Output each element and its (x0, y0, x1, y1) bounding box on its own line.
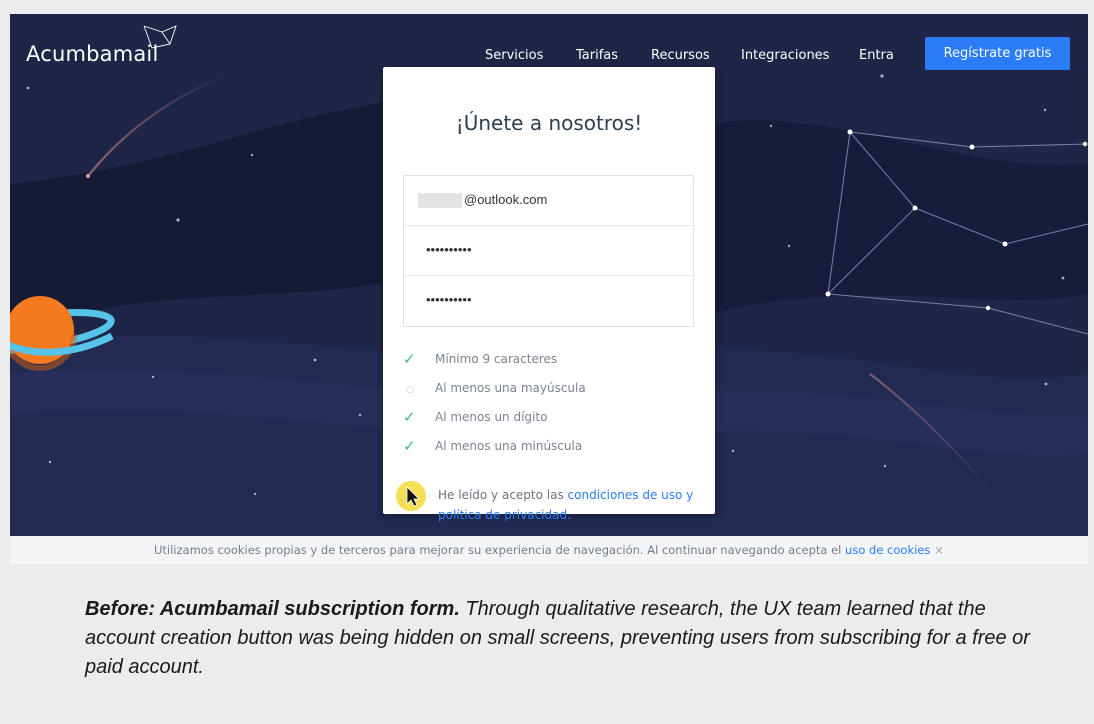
rule-digit: ✓ Al menos un dígito (403, 409, 703, 429)
nav-integraciones[interactable]: Integraciones (741, 48, 829, 63)
nav-tarifas[interactable]: Tarifas (576, 48, 618, 63)
check-icon: ✓ (403, 350, 416, 368)
mouse-pointer-icon (406, 486, 420, 507)
email-field[interactable]: @outlook.com (404, 176, 693, 226)
terms-consent: He leído y acepto las condiciones de uso… (438, 485, 708, 525)
rule-label: Mínimo 9 caracteres (435, 352, 558, 366)
nav-entra[interactable]: Entra (859, 48, 894, 63)
register-free-button[interactable]: Regístrate gratis (925, 37, 1070, 70)
rule-uppercase: ○ Al menos una mayúscula (403, 380, 703, 400)
nav-recursos[interactable]: Recursos (651, 48, 710, 63)
cursor-highlight (396, 481, 426, 511)
confirm-password-field[interactable]: •••••••••• (404, 276, 693, 326)
rule-lowercase: ✓ Al menos una minúscula (403, 438, 703, 458)
cookie-policy-link[interactable]: uso de cookies (845, 543, 930, 557)
caption-bold: Before: Acumbamail subscription form. (85, 598, 460, 620)
check-icon: ✓ (403, 408, 416, 426)
email-value: @outlook.com (464, 192, 548, 207)
redacted-username (418, 193, 462, 208)
signup-card: ¡Únete a nosotros! @outlook.com ••••••••… (383, 67, 715, 522)
cookie-banner: Utilizamos cookies propias y de terceros… (10, 536, 1088, 564)
check-icon: ✓ (403, 437, 416, 455)
password-value: •••••••••• (426, 242, 472, 257)
screenshot-frame: Acumbamail Servicios Tarifas Recursos In… (10, 14, 1088, 564)
signup-title: ¡Únete a nosotros! (455, 111, 643, 135)
password-field[interactable]: •••••••••• (404, 226, 693, 276)
figure-caption: Before: Acumbamail subscription form. Th… (85, 595, 1045, 682)
rule-label: Al menos un dígito (435, 410, 548, 424)
rule-label: Al menos una minúscula (435, 439, 583, 453)
confirm-password-value: •••••••••• (426, 292, 472, 307)
rule-min-length: ✓ Mínimo 9 caracteres (403, 351, 703, 371)
signup-fields: @outlook.com •••••••••• •••••••••• (403, 175, 694, 327)
pending-circle-icon: ○ (406, 385, 414, 395)
close-icon[interactable]: × (934, 543, 944, 557)
cookie-text: Utilizamos cookies propias y de terceros… (153, 543, 846, 557)
terms-prefix: He leído y acepto las (438, 488, 568, 502)
rule-label: Al menos una mayúscula (435, 381, 586, 395)
nav-servicios[interactable]: Servicios (485, 48, 543, 63)
